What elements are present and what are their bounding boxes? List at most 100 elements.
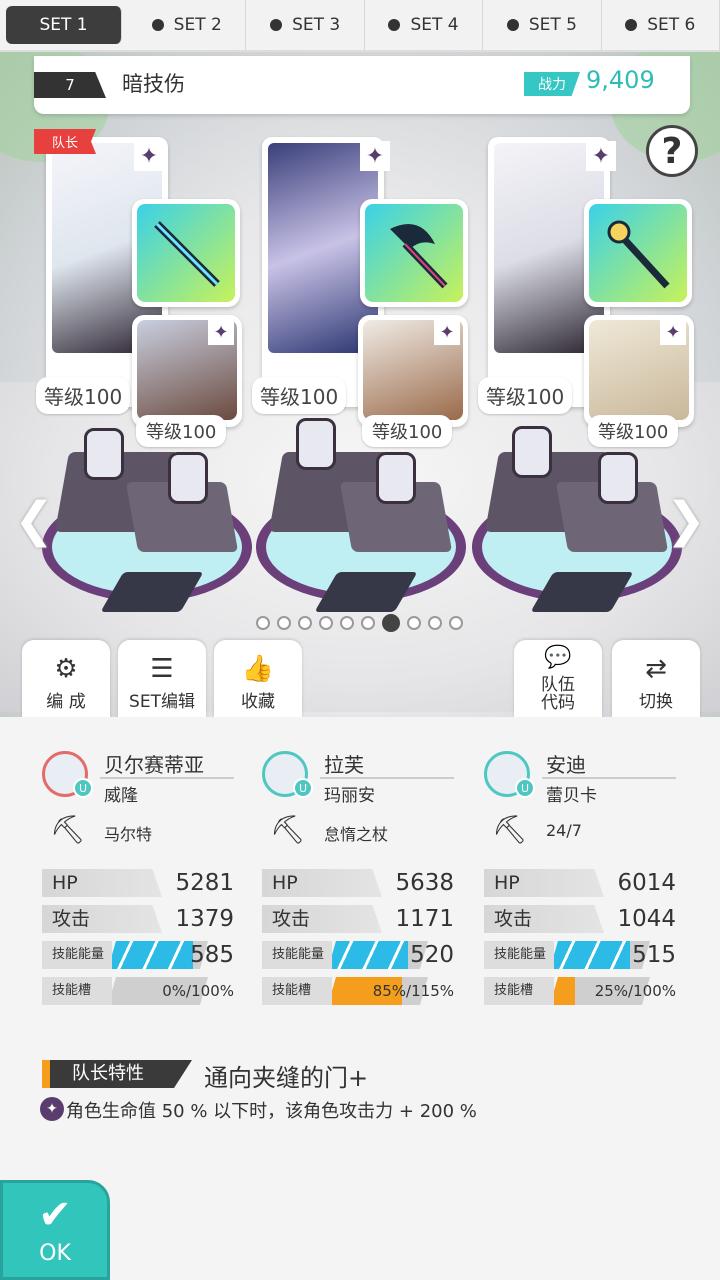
u-badge-icon: U <box>73 778 93 798</box>
energy-row: 技能能量 520 <box>262 941 454 969</box>
weapon-icon: ⛏ <box>270 813 306 846</box>
favorite-button[interactable]: 👍 收藏 <box>214 640 302 717</box>
tab-label: SET 5 <box>528 15 577 35</box>
page-dot[interactable] <box>298 616 312 630</box>
atk-label: 攻击 <box>42 905 162 933</box>
energy-fill <box>328 941 408 969</box>
switch-button[interactable]: ⇄ 切换 <box>612 640 700 717</box>
atk-label: 攻击 <box>484 905 604 933</box>
weapon-card[interactable] <box>360 199 468 307</box>
weapon-icon: ⛏ <box>50 813 86 846</box>
page-dot[interactable] <box>277 616 291 630</box>
atk-row: 攻击 1044 <box>484 905 676 933</box>
chibi-sprite <box>168 452 208 504</box>
tab-label: SET 3 <box>292 15 341 35</box>
team-scene: 7 暗技伤 战力 9,409 ? 队长 ✦ 等级100 ✦ 等级100 ✦ 等级… <box>0 52 720 717</box>
chibi-sprite <box>598 452 638 504</box>
hp-row: HP 5281 <box>42 869 234 897</box>
character-name: 拉芙 <box>324 753 364 777</box>
hp-label: HP <box>42 869 162 897</box>
skill-icon: ✦ <box>40 1097 64 1121</box>
character-avatar[interactable]: U <box>262 751 313 798</box>
energy-value: 585 <box>190 942 234 968</box>
page-dot[interactable] <box>449 616 463 630</box>
page-dot[interactable] <box>382 614 400 632</box>
page-dot[interactable] <box>256 616 270 630</box>
chat-bubble-icon: 💬 <box>544 645 572 670</box>
formation-label: 编 成 <box>46 692 86 712</box>
hp-value: 5281 <box>175 870 234 896</box>
formation-icon: ⚙ <box>54 654 78 684</box>
slot-label: 技能槽 <box>262 977 332 1005</box>
hp-label: HP <box>262 869 382 897</box>
chibi-sprite <box>296 418 336 470</box>
dark-element-icon: ✦ <box>134 141 164 171</box>
slot-value: 0%/100% <box>162 982 234 1000</box>
page-indicator <box>256 614 463 632</box>
team-bar[interactable]: 7 暗技伤 战力 9,409 <box>34 56 690 114</box>
tab-set-1[interactable]: SET 1 <box>6 6 123 44</box>
page-dot[interactable] <box>361 616 375 630</box>
page-dot[interactable] <box>340 616 354 630</box>
character-avatar[interactable]: U <box>42 751 93 798</box>
divider <box>542 777 676 779</box>
tab-set-6[interactable]: SET 6 <box>602 0 720 50</box>
hp-row: HP 6014 <box>484 869 676 897</box>
thumbs-up-icon: 👍 <box>241 654 275 684</box>
energy-label: 技能能量 <box>42 941 112 969</box>
tab-set-3[interactable]: SET 3 <box>246 0 365 50</box>
page-dot[interactable] <box>428 616 442 630</box>
set-edit-label: SET编辑 <box>129 692 195 712</box>
next-arrow-icon[interactable]: ❯ <box>666 492 706 548</box>
chibi-sprite <box>84 428 124 480</box>
weapon-name: 24/7 <box>546 821 582 840</box>
switch-arrows-icon: ⇄ <box>645 654 667 684</box>
check-icon: ✔ <box>38 1191 72 1238</box>
slot-row: 技能槽 25%/100% <box>484 977 676 1005</box>
energy-fill <box>108 941 193 969</box>
u-badge-icon: U <box>515 778 535 798</box>
dot-icon <box>388 19 401 31</box>
weapon-name: 马尔特 <box>104 825 153 844</box>
ok-label: OK <box>39 1240 71 1266</box>
energy-fill <box>550 941 630 969</box>
page-dot[interactable] <box>407 616 421 630</box>
hp-label: HP <box>484 869 604 897</box>
tab-set-5[interactable]: SET 5 <box>483 0 602 50</box>
axe-weapon-icon <box>365 204 463 302</box>
energy-value: 515 <box>632 942 676 968</box>
hp-value: 6014 <box>617 870 676 896</box>
formation-button[interactable]: ⚙ 编 成 <box>22 640 110 717</box>
hp-row: HP 5638 <box>262 869 454 897</box>
energy-label: 技能能量 <box>262 941 332 969</box>
spear-weapon-icon <box>137 204 235 302</box>
energy-row: 技能能量 585 <box>42 941 234 969</box>
tab-label: SET 2 <box>173 15 222 35</box>
energy-value: 520 <box>410 942 454 968</box>
ok-button[interactable]: ✔ OK <box>0 1180 110 1280</box>
weapon-card[interactable] <box>584 199 692 307</box>
prev-arrow-icon[interactable]: ❮ <box>14 492 54 548</box>
power-label: 战力 <box>524 72 580 96</box>
team-code-button[interactable]: 💬 队伍 代码 <box>514 640 602 717</box>
page-dot[interactable] <box>319 616 333 630</box>
slot-row: 技能槽 0%/100% <box>42 977 234 1005</box>
main-level-label: 等级100 <box>478 377 573 414</box>
chibi-sprite <box>512 426 552 478</box>
tab-label: SET 1 <box>39 15 88 35</box>
set-edit-button[interactable]: ☰ SET编辑 <box>118 640 206 717</box>
atk-row: 攻击 1379 <box>42 905 234 933</box>
team-number: 7 <box>34 72 106 98</box>
character-avatar[interactable]: U <box>484 751 535 798</box>
pedestal-2 <box>256 418 466 632</box>
sub-character-name: 蕾贝卡 <box>546 786 597 806</box>
slot-value: 85%/115% <box>372 982 454 1000</box>
tab-set-4[interactable]: SET 4 <box>365 0 484 50</box>
atk-value: 1379 <box>175 906 234 932</box>
dark-element-icon: ✦ <box>586 141 616 171</box>
atk-label: 攻击 <box>262 905 382 933</box>
weapon-card[interactable] <box>132 199 240 307</box>
divider <box>320 777 454 779</box>
tab-set-2[interactable]: SET 2 <box>128 0 247 50</box>
slot-label: 技能槽 <box>484 977 554 1005</box>
